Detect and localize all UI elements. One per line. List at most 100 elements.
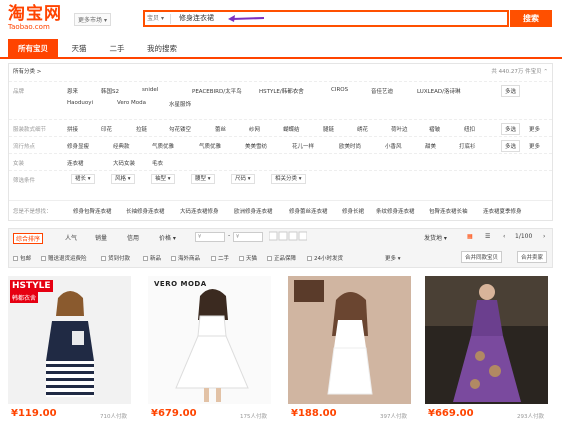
filter-option[interactable]: 腿链 — [323, 125, 334, 133]
product-card[interactable]: ¥669.00 293人付款 — [425, 276, 548, 422]
merge-same-items-button[interactable]: 合并同款宝贝 — [461, 251, 503, 263]
filter-option[interactable]: 毛衣 — [152, 159, 163, 167]
filter-checkbox[interactable]: 海外商品 — [171, 254, 200, 262]
filter-option[interactable]: snidel — [142, 87, 158, 93]
filter-option[interactable]: 大码女装 — [113, 159, 135, 167]
taobao-logo[interactable]: 淘宝网 Taobao.com — [8, 5, 72, 31]
filter-option[interactable]: HSTYLE/韩都衣舍 — [259, 87, 304, 95]
ship-from-dropdown[interactable]: 发货地 ▾ — [424, 233, 447, 242]
filter-dropdown[interactable]: 袖型 ▾ — [151, 174, 175, 184]
grid-view-icon[interactable]: ▦ — [467, 233, 473, 240]
product-image[interactable]: VERO MODA — [148, 276, 271, 404]
list-view-icon[interactable]: ☰ — [485, 233, 490, 240]
filter-option[interactable]: 经典款 — [113, 142, 130, 150]
breadcrumb[interactable]: 所有分类 > — [13, 67, 41, 75]
filter-option[interactable]: 韩国S2 — [101, 87, 119, 95]
search-scope-select[interactable]: 宝贝 ▾ — [147, 14, 171, 24]
price-min-input[interactable]: ¥ — [195, 232, 225, 242]
filter-option[interactable]: 蕾丝 — [215, 125, 226, 133]
tab-all-items[interactable]: 所有宝贝 — [8, 39, 58, 59]
multi-select-button[interactable]: 多选 — [501, 123, 521, 135]
filter-checkbox[interactable]: 新品 — [143, 254, 161, 262]
suggestion-link[interactable]: 包臀连衣裙长袖 — [429, 207, 468, 215]
product-card[interactable]: HSTYLE 韩都衣舍 ¥119.00 710人付款 — [8, 276, 131, 422]
filter-option[interactable]: Vero Moda — [117, 100, 146, 106]
filter-option[interactable]: 荷叶边 — [391, 125, 408, 133]
sort-sales[interactable]: 销量 — [95, 233, 107, 242]
sort-credit[interactable]: 信用 — [127, 233, 139, 242]
filter-option[interactable]: 气质优雅 — [152, 142, 174, 150]
multi-select-button[interactable]: 多选 — [501, 140, 521, 152]
sort-price[interactable]: 价格 ▾ — [159, 233, 176, 242]
filter-option[interactable]: 修身显瘦 — [67, 142, 89, 150]
filter-option[interactable]: 小香风 — [385, 142, 402, 150]
filter-option[interactable]: 勾花镂空 — [169, 125, 191, 133]
product-card[interactable]: ¥188.00 397人付款 — [288, 276, 411, 422]
more-filters-dropdown[interactable]: 更多 ▾ — [385, 254, 401, 262]
filter-dropdown[interactable]: 腰型 ▾ — [191, 174, 215, 184]
filter-option[interactable]: 气质优雅 — [199, 142, 221, 150]
search-button[interactable]: 搜索 — [510, 10, 552, 27]
filter-option[interactable]: CIROS — [331, 87, 348, 93]
more-markets-dropdown[interactable]: 更多市场 ▾ — [74, 13, 111, 26]
suggestion-link[interactable]: 欧洲修身连衣裙 — [234, 207, 273, 215]
more-options-link[interactable]: 更多 — [529, 142, 540, 150]
price-max-input[interactable]: ¥ — [233, 232, 263, 242]
filter-checkbox[interactable]: 赠送退货运费险 — [41, 254, 87, 262]
filter-checkbox[interactable]: 货到付款 — [101, 254, 130, 262]
product-card[interactable]: VERO MODA ¥679.00 175人付款 — [148, 276, 271, 422]
filter-option[interactable]: 褶皱 — [429, 125, 440, 133]
filter-dropdown[interactable]: 裙长 ▾ — [71, 174, 95, 184]
suggestion-link[interactable]: 大码连衣裙修身 — [180, 207, 219, 215]
price-slider-icon[interactable] — [268, 231, 308, 243]
filter-option[interactable]: 拼接 — [67, 125, 78, 133]
suggestion-link[interactable]: 长袖修身连衣裙 — [126, 207, 165, 215]
filter-option[interactable]: 连衣裙 — [67, 159, 84, 167]
search-input[interactable] — [179, 12, 379, 25]
next-page-icon[interactable]: › — [543, 233, 545, 240]
filter-option[interactable]: 水星服饰 — [169, 100, 191, 108]
suggestion-link[interactable]: 连衣裙夏季修身 — [483, 207, 522, 215]
sort-popularity[interactable]: 人气 — [65, 233, 77, 242]
filter-checkbox[interactable]: 正品保障 — [267, 254, 296, 262]
filter-option[interactable]: LUXLEAD/洛诗琳 — [417, 87, 460, 95]
filter-option[interactable]: 音佳艺迪 — [371, 87, 393, 95]
filter-option[interactable]: 恩来 — [67, 87, 78, 95]
filter-option[interactable]: 花儿一样 — [292, 142, 314, 150]
filter-option[interactable]: 蝴蝶结 — [283, 125, 300, 133]
tab-secondhand[interactable]: 二手 — [102, 39, 132, 59]
prev-page-icon[interactable]: ‹ — [503, 233, 505, 240]
more-options-link[interactable]: 更多 — [529, 125, 540, 133]
filter-dropdown[interactable]: 风格 ▾ — [111, 174, 135, 184]
filter-option[interactable]: 打底衫 — [459, 142, 476, 150]
filter-dropdown[interactable]: 尺码 ▾ — [231, 174, 255, 184]
product-image[interactable] — [425, 276, 548, 404]
suggestion-link[interactable]: 条纹修身连衣裙 — [376, 207, 415, 215]
filter-option[interactable]: 印花 — [101, 125, 112, 133]
filter-option[interactable]: 欧美时尚 — [339, 142, 361, 150]
filter-checkbox[interactable]: 24小时发货 — [307, 254, 343, 262]
filter-option[interactable]: 甜美 — [425, 142, 436, 150]
filter-checkbox[interactable]: 包邮 — [13, 254, 31, 262]
filter-option[interactable]: 绣花 — [357, 125, 368, 133]
filter-checkbox[interactable]: 天猫 — [239, 254, 257, 262]
product-image[interactable]: HSTYLE 韩都衣舍 — [8, 276, 131, 404]
collapse-icon[interactable]: ⌃ — [543, 69, 548, 75]
filter-option[interactable]: PEACEBIRD/太平鸟 — [192, 87, 242, 95]
search-box[interactable]: 宝贝 ▾ — [143, 10, 509, 27]
filter-dropdown[interactable]: 相关分类 ▾ — [271, 174, 306, 184]
filter-option[interactable]: 拉链 — [136, 125, 147, 133]
suggestion-link[interactable]: 修身包臀连衣裙 — [73, 207, 112, 215]
tab-my-search[interactable]: 我的搜索 — [138, 39, 186, 59]
filter-option[interactable]: 美美雪纺 — [245, 142, 267, 150]
filter-option[interactable]: 纱网 — [249, 125, 260, 133]
sort-default[interactable]: 综合排序 — [13, 233, 44, 244]
multi-select-button[interactable]: 多选 — [501, 85, 521, 97]
tab-tmall[interactable]: 天猫 — [64, 39, 94, 59]
filter-option[interactable]: 纽扣 — [464, 125, 475, 133]
suggestion-link[interactable]: 修身蕾丝连衣裙 — [289, 207, 328, 215]
filter-option[interactable]: Haoduoyi — [67, 100, 93, 106]
filter-checkbox[interactable]: 二手 — [211, 254, 229, 262]
product-image[interactable] — [288, 276, 411, 404]
suggestion-link[interactable]: 修身长裙 — [342, 207, 364, 215]
